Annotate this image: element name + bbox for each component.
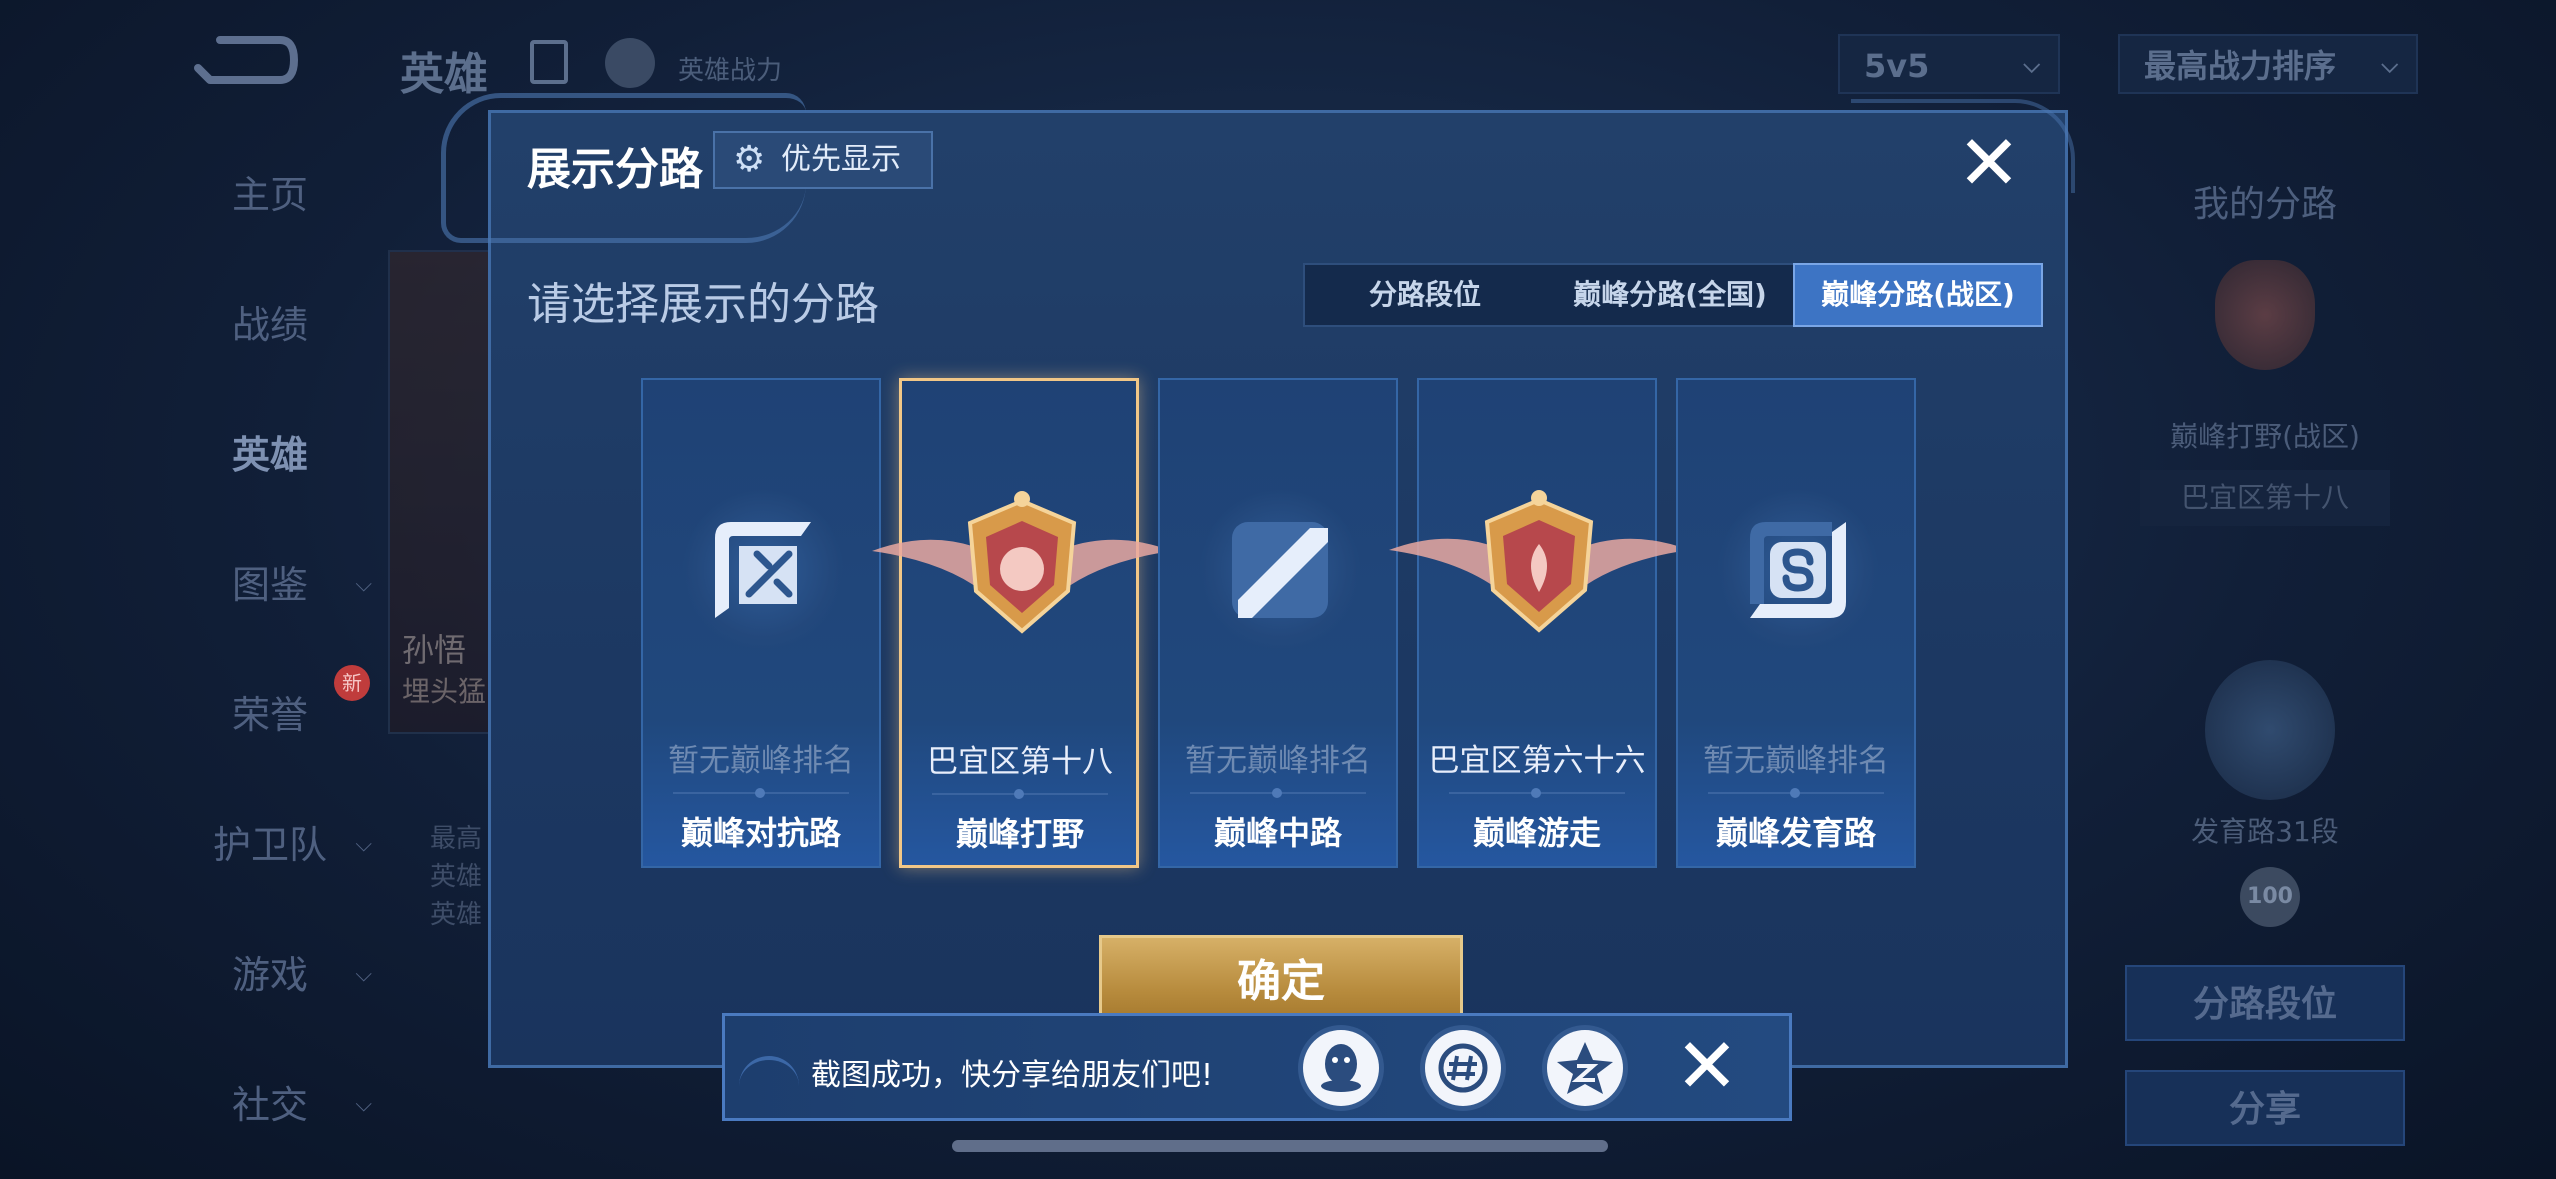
lane-card-jungle[interactable]: 巴宜区第十八 巅峰打野	[872, 378, 1172, 868]
sidebar-item-codex[interactable]: 图鉴 ⌵	[150, 555, 390, 615]
sidebar-item-hero[interactable]: 英雄	[150, 425, 390, 485]
hero-helmet-icon	[605, 38, 655, 88]
my-lane-title: 我的分路	[2192, 184, 2337, 225]
lane-name: 巅峰打野	[955, 815, 1084, 853]
chevron-down-icon: ⌵	[355, 832, 372, 857]
sidebar-item-honor[interactable]: 荣誉新	[150, 665, 390, 745]
share-button[interactable]: 分享	[2125, 1070, 2405, 1146]
dialog-prompt: 请选择展示的分路	[527, 279, 879, 330]
lane-card-clash[interactable]: 暂无巅峰排名 巅峰对抗路	[641, 378, 881, 868]
qq-icon	[1321, 1044, 1361, 1092]
lane-name: 巅峰对抗路	[680, 814, 841, 852]
divider-dot	[755, 788, 765, 798]
lane-rank-status: 暂无巅峰排名	[668, 743, 854, 779]
farm-rank-badge-icon	[2205, 660, 2335, 800]
chevron-down-icon: ⌵	[355, 962, 372, 987]
divider-dot	[1272, 788, 1282, 798]
dialog-title: 展示分路	[527, 144, 703, 195]
lane-name: 巅峰发育路	[1715, 814, 1876, 852]
priority-display-button[interactable]: ⚙ 优先显示	[713, 131, 933, 189]
mid-lane-icon	[1232, 522, 1328, 618]
lane-name: 巅峰中路	[1213, 814, 1342, 852]
lane-rank-status: 巴宜区第六十六	[1428, 743, 1646, 779]
jungle-emblem-icon	[2215, 260, 2315, 370]
list-icon[interactable]	[530, 40, 568, 84]
my-lane-name: 巅峰打野(战区)	[2170, 420, 2360, 453]
hero-name: 孙悟	[402, 631, 467, 669]
gear-icon: ⚙	[733, 139, 766, 180]
lane-name: 巅峰游走	[1472, 814, 1601, 852]
sort-select[interactable]: 最高战力排序 ⌵	[2118, 34, 2418, 94]
decorative-wave	[739, 1056, 799, 1096]
divider-dot	[1790, 788, 1800, 798]
lane-rank-status: 暂无巅峰排名	[1703, 743, 1889, 779]
close-icon[interactable]: ✕	[1667, 1026, 1747, 1106]
level-badge: 100	[2240, 867, 2300, 927]
tab-lane-rank[interactable]: 分路段位	[1305, 265, 1545, 325]
tab-peak-national[interactable]: 巅峰分路(全国)	[1545, 265, 1795, 325]
screenshot-share-toast: 截图成功，快分享给朋友们吧! ✕	[722, 1013, 1792, 1121]
mode-select-value: 5v5	[1864, 47, 1930, 85]
hero-stats: 最高 英雄 英雄	[430, 824, 483, 930]
close-icon[interactable]: ✕	[1953, 125, 2025, 201]
priority-display-label: 优先显示	[781, 142, 901, 177]
divider-dot	[1014, 789, 1024, 799]
lane-card-mid[interactable]: 暂无巅峰排名 巅峰中路	[1158, 378, 1398, 868]
mode-select[interactable]: 5v5 ⌵	[1838, 34, 2060, 94]
divider-dot	[1531, 788, 1541, 798]
clash-lane-icon	[715, 522, 811, 618]
lane-card-roam[interactable]: 巴宜区第六十六 巅峰游走	[1389, 378, 1689, 868]
sidebar-item-social[interactable]: 社交 ⌵	[150, 1075, 390, 1135]
chevron-down-icon: ⌵	[2023, 53, 2040, 78]
chevron-down-icon: ⌵	[2381, 53, 2398, 78]
sort-select-value: 最高战力排序	[2144, 47, 2337, 85]
hero-title: 埋头猛	[402, 675, 487, 708]
wechat-moments-icon	[1438, 1043, 1488, 1093]
lane-rank-button[interactable]: 分路段位	[2125, 965, 2405, 1041]
share-qzone-button[interactable]	[1547, 1030, 1623, 1106]
my-lane-region: 巴宜区第十八	[2140, 470, 2390, 526]
share-moments-button[interactable]	[1425, 1030, 1501, 1106]
lane-card-farm[interactable]: 暂无巅峰排名 巅峰发育路	[1676, 378, 1916, 868]
page-subtitle: 英雄战力	[678, 56, 783, 86]
toast-message: 截图成功，快分享给朋友们吧!	[811, 1058, 1214, 1093]
sidebar-item-home[interactable]: 主页	[150, 165, 390, 225]
lane-rank-status: 巴宜区第十八	[927, 744, 1113, 780]
lane-rank-status: 暂无巅峰排名	[1185, 743, 1371, 779]
lane-card-list: 暂无巅峰排名 巅峰对抗路 巴宜区第十八 巅峰打野 暂无巅峰排名 巅峰中路 巴宜区…	[641, 378, 1931, 878]
sidebar-item-record[interactable]: 战绩	[150, 295, 390, 355]
my-lane-panel: 我的分路 巅峰打野(战区) 巴宜区第十八 发育路31段 100 分路段位 分享	[2120, 150, 2410, 1146]
lane-tabs: 分路段位 巅峰分路(全国) 巅峰分路(战区)	[1303, 263, 2043, 327]
sidebar-item-game[interactable]: 游戏 ⌵	[150, 945, 390, 1005]
home-indicator[interactable]	[952, 1140, 1608, 1152]
back-arrow-icon[interactable]	[190, 30, 300, 90]
my-lane-rank: 发育路31段	[2191, 815, 2339, 848]
farm-lane-icon	[1750, 522, 1846, 618]
sidebar-item-guard[interactable]: 护卫队 ⌵	[150, 815, 390, 875]
chevron-down-icon: ⌵	[355, 1092, 372, 1117]
new-badge: 新	[334, 665, 370, 701]
chevron-down-icon: ⌵	[355, 572, 372, 597]
share-qq-button[interactable]	[1303, 1030, 1379, 1106]
jungle-emblem-icon	[872, 491, 1172, 634]
lane-display-dialog: 展示分路 ⚙ 优先显示 ✕ 请选择展示的分路 分路段位 巅峰分路(全国) 巅峰分…	[441, 93, 2075, 1068]
tab-peak-region[interactable]: 巅峰分路(战区)	[1793, 263, 2043, 327]
page-title: 英雄	[400, 49, 488, 100]
roam-emblem-icon	[1389, 490, 1689, 633]
qzone-icon	[1557, 1042, 1613, 1094]
